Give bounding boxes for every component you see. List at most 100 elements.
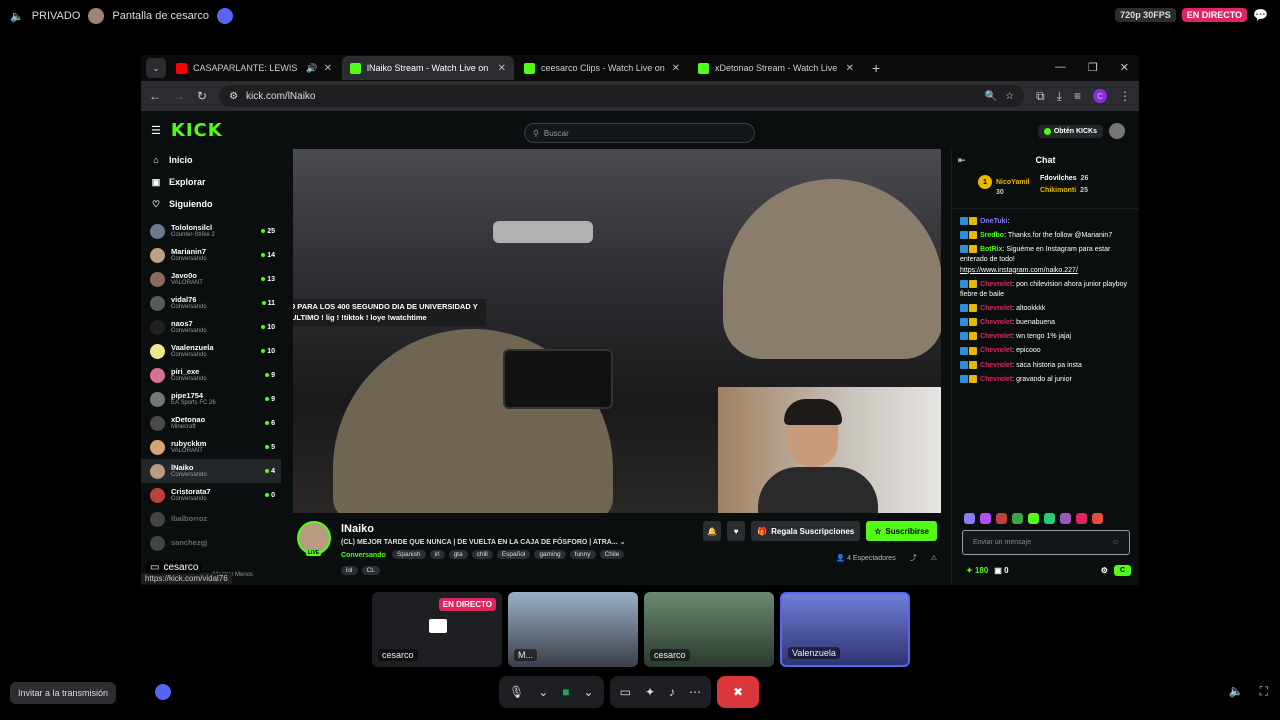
emote-icon[interactable] [1092,513,1103,524]
emoji-icon[interactable]: ☺ [1112,539,1119,546]
kick-logo[interactable]: KICK [171,120,223,141]
tab-search-button[interactable]: ⌄ [146,58,166,78]
chat-username[interactable]: Chevrolet [980,347,1012,354]
emote-icon[interactable] [996,513,1007,524]
profile-avatar[interactable]: C [1093,89,1107,103]
close-icon[interactable]: ✕ [672,63,680,74]
notification-bell-button[interactable]: 🔔 [703,521,722,541]
close-icon[interactable]: ✕ [324,63,332,74]
tag[interactable]: Spanish [392,550,426,559]
nav-inicio[interactable]: ⌂ Inicio [141,149,281,171]
emote-icon[interactable] [1076,513,1087,524]
extensions-icon[interactable]: ⧉ [1036,89,1045,104]
camera-icon[interactable]: ■ [562,685,569,699]
omnibox[interactable]: ⚙ kick.com/lNaiko 🔍 ☆ [219,85,1025,107]
tab-3[interactable]: ceesarco Clips - Watch Live on ✕ [516,56,688,80]
chat-bubble-icon[interactable]: 💬 [1253,8,1268,22]
sidebar-item-marianin7[interactable]: Marianin7 Conversando 14 [141,243,281,267]
restore-icon[interactable]: ❐ [1088,61,1098,74]
activities-icon[interactable]: ✦ [645,685,655,699]
tab-4[interactable]: xDetonao Stream - Watch Live ✕ [690,56,862,80]
chat-username[interactable]: Chevrolet [980,362,1012,369]
site-info-icon[interactable]: ⚙ [229,91,238,102]
chat-username[interactable]: OneTuki [980,218,1007,225]
tag[interactable]: irl [429,550,445,559]
search-input[interactable]: ⚲ Buscar [524,123,755,143]
minimize-icon[interactable]: — [1055,61,1066,74]
chat-settings-icon[interactable]: ⚙ [1101,566,1108,575]
participant-tile[interactable]: EN DIRECTO cesarco [372,592,502,667]
gift-subs-button[interactable]: 🎁 Regala Suscripciones [751,521,861,541]
sidebar-item-sanchezgj[interactable]: sanchezgj [141,531,281,555]
tag[interactable]: Español [496,550,531,559]
tag[interactable]: CL [361,566,380,575]
tag[interactable]: chill [471,550,493,559]
chat-send-button[interactable]: C [1113,564,1131,576]
more-icon[interactable]: ⋯ [689,685,701,699]
emote-icon[interactable] [1028,513,1039,524]
tag[interactable]: lol [341,566,358,575]
volume-icon[interactable]: 🔈 [1229,684,1244,699]
tag[interactable]: gta [448,550,468,559]
reload-icon[interactable]: ↻ [197,89,207,103]
microphone-icon[interactable]: 🎙 [509,685,524,699]
tab-1[interactable]: CASAPARLANTE: LEWIS SO 🔊 ✕ [168,56,340,80]
hamburger-icon[interactable]: ☰ [151,124,161,137]
streamer-name[interactable]: lNaiko [341,523,374,535]
follow-heart-button[interactable]: ♥ [727,521,746,541]
sidebar-item-xdetonao[interactable]: xDetonao Minecraft 6 [141,411,281,435]
sidebar-item-vaalenzuela[interactable]: Vaalenzuela Conversando 10 [141,339,281,363]
emote-icon[interactable] [980,513,991,524]
speaker-icon[interactable]: 🔈 [10,10,24,23]
emote-icon[interactable] [1044,513,1055,524]
chat-username[interactable]: BotRix [980,246,1003,253]
tag[interactable]: funny [569,550,596,559]
channel-points[interactable]: ✦ 180 [966,566,988,575]
screen-share-button-icon[interactable]: ▭ [620,685,631,699]
sidebar-item-vidal76[interactable]: vidal76 Conversando 11 [141,291,281,315]
gift-count[interactable]: ▣ 0 [994,566,1008,575]
tag[interactable]: Chile [599,550,625,559]
tab-2[interactable]: lNaiko Stream - Watch Live on ✕ [342,56,514,80]
subscribe-button[interactable]: ☆ Suscribirse [866,521,937,541]
sidebar-item-rubyckkm[interactable]: rubyckkm VALORANT 5 [141,435,281,459]
emote-icon[interactable] [1060,513,1071,524]
chat-link[interactable]: https://www.instagram.com/naiko.227/ [960,267,1078,274]
chat-username[interactable]: Chevrolet [980,281,1012,288]
get-kicks-button[interactable]: Obtén KICKs [1037,124,1103,138]
chevron-down-icon[interactable]: ⌄ [538,685,548,699]
emote-icon[interactable] [964,513,975,524]
collapse-chat-icon[interactable]: ⇤ [958,155,966,166]
chat-username[interactable]: Chevrolet [980,319,1012,326]
leaderboard-second-name[interactable]: Fdovilches [1040,175,1077,182]
tag[interactable]: gaming [534,550,566,559]
close-icon[interactable]: ✕ [498,63,506,74]
fullscreen-icon[interactable]: ⛶ [1260,684,1268,699]
media-icon[interactable]: ≡ [1074,89,1081,103]
leaderboard-first-name[interactable]: NicoYamil [996,179,1029,186]
chevron-down-icon[interactable]: ⌄ [584,685,594,699]
soundboard-icon[interactable]: ♪ [669,685,675,699]
nav-siguiendo[interactable]: ♡ Siguiendo [141,193,281,215]
sidebar-item-lnaiko[interactable]: lNaiko Conversando 4 [141,459,281,483]
participant-tile[interactable]: cesarco [644,592,774,667]
report-icon[interactable]: ⚠ [931,554,937,562]
chevron-down-icon[interactable]: ⌄ [620,539,626,546]
close-window-icon[interactable]: ✕ [1120,61,1129,74]
leaderboard-third-name[interactable]: Chikimonti [1040,187,1076,194]
sidebar-item-javo0o[interactable]: Javo0o VALORANT 13 [141,267,281,291]
back-icon[interactable]: ← [149,89,161,103]
participant-tile-selected[interactable]: Valenzuela [780,592,910,667]
zoom-icon[interactable]: 🔍 [985,91,997,102]
audio-icon[interactable]: 🔊 [306,63,317,74]
participant-tile[interactable]: M... [508,592,638,667]
invite-to-stream-button[interactable]: Invitar a la transmisión [10,682,117,704]
chat-message-input[interactable]: Enviar un mensaje ☺ [962,530,1130,555]
video-player[interactable]: 9 PARA LOS 400 SEGUNDO DIA DE UNIVERSIDA… [293,149,941,513]
sidebar-item-tololonsilcl[interactable]: Tololonsilcl Counter-Strike 2 25 [141,219,281,243]
close-icon[interactable]: ✕ [846,63,854,74]
share-icon[interactable]: ⤴ [910,553,917,563]
nav-explorar[interactable]: ▣ Explorar [141,171,281,193]
end-call-button[interactable]: ✖ [717,676,760,708]
url-text[interactable]: kick.com/lNaiko [246,91,977,102]
